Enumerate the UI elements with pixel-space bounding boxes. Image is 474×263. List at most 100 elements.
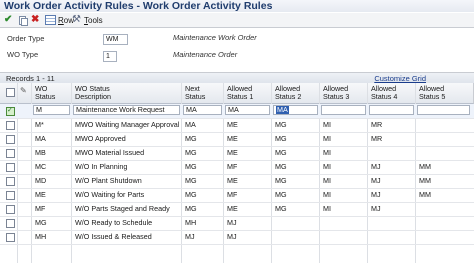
wo-status-description-cell: W/O Waiting for Parts xyxy=(75,190,145,199)
row-checkbox[interactable] xyxy=(6,205,15,214)
table-row[interactable]: MB MWO Material Issued MG ME MG MI xyxy=(0,146,474,161)
order-type-label: Order Type xyxy=(7,34,45,43)
allowed-status-4-field[interactable] xyxy=(369,105,414,115)
allowed-status-2-cell: MG xyxy=(275,134,287,143)
wo-status-description-cell: MWO Approved xyxy=(75,134,126,143)
allowed-status-2-cell: MG xyxy=(275,204,287,213)
wo-status-cell: MA xyxy=(35,134,46,143)
table-row[interactable]: MA MWO Approved MG ME MG MI MR xyxy=(0,132,474,147)
table-row[interactable]: MG W/O Ready to Schedule MH MJ xyxy=(0,216,474,231)
allowed-status-2-cell: MG xyxy=(275,176,287,185)
copy-icon xyxy=(17,15,28,26)
table-row[interactable]: MD W/O Plant Shutdown MG ME MG MI MJ MM xyxy=(0,174,474,189)
checkmark-icon: ✔ xyxy=(4,14,13,25)
page-title: Work Order Activity Rules - Work Order A… xyxy=(4,0,273,12)
next-status-cell: MH xyxy=(185,218,197,227)
allowed-status-5-field[interactable] xyxy=(417,105,470,115)
grid-header-bar: Records 1 - 11 Customize Grid xyxy=(0,72,474,83)
row-checkbox[interactable] xyxy=(6,191,15,200)
next-status-cell: MJ xyxy=(185,232,195,241)
table-row[interactable]: MC W/O In Planning MG MF MG MI MJ MM xyxy=(0,160,474,175)
wo-status-cell: MF xyxy=(35,204,46,213)
wo-status-cell: MH xyxy=(35,232,47,241)
next-status-cell: MG xyxy=(185,162,197,171)
next-status-cell: MG xyxy=(185,176,197,185)
allowed-status-3-cell: MI xyxy=(323,176,331,185)
wo-status-description-cell: W/O In Planning xyxy=(75,162,128,171)
next-status-cell: MG xyxy=(185,204,197,213)
wo-status-description-cell: MWO Waiting Manager Approval xyxy=(75,120,180,129)
wo-status-description-cell: W/O Plant Shutdown xyxy=(75,176,142,185)
customize-grid-link[interactable]: Customize Grid xyxy=(374,74,426,83)
delete-button[interactable]: ✖ xyxy=(31,15,41,25)
row-checkbox[interactable] xyxy=(6,106,15,116)
allowed-status-4-cell: MJ xyxy=(371,190,381,199)
table-row[interactable]: ME W/O Waiting for Parts MG MF MG MI MJ … xyxy=(0,188,474,203)
wo-status-cell: MD xyxy=(35,176,47,185)
table-row[interactable]: MH W/O Issued & Released MJ MJ xyxy=(0,230,474,245)
allowed-status-2-field[interactable]: MA xyxy=(273,105,318,115)
wo-status-description-cell: W/O Ready to Schedule xyxy=(75,218,153,227)
order-type-input[interactable]: WM xyxy=(103,34,128,45)
next-status-cell: MA xyxy=(185,120,196,129)
row-checkbox[interactable] xyxy=(6,163,15,172)
row-checkbox[interactable] xyxy=(6,149,15,158)
activity-rules-grid: ✎ WO Status WO Status Description Next S… xyxy=(0,83,474,263)
row-checkbox[interactable] xyxy=(6,135,15,144)
selected-text: MA xyxy=(276,105,289,114)
copy-button[interactable] xyxy=(17,15,28,26)
row-checkbox[interactable] xyxy=(6,219,15,228)
table-row[interactable]: M Maintenance Work Request MA MA MA xyxy=(0,104,474,119)
order-type-description: Maintenance Work Order xyxy=(173,33,257,42)
ok-button[interactable]: ✔ xyxy=(4,15,14,25)
row-menu-button[interactable]: Row xyxy=(45,15,74,25)
wo-status-cell: M* xyxy=(35,120,44,129)
allowed-status-1-cell: ME xyxy=(227,176,238,185)
allowed-status-2-cell: MG xyxy=(275,148,287,157)
allowed-status-5-cell: MM xyxy=(419,162,431,171)
wo-status-description-cell: W/O Issued & Released xyxy=(75,232,152,241)
wo-status-description-cell: MWO Material Issued xyxy=(75,148,145,157)
allowed-status-1-cell: ME xyxy=(227,204,238,213)
row-icon xyxy=(45,15,56,25)
wo-type-label: WO Type xyxy=(7,50,39,59)
wo-status-cell: MC xyxy=(35,162,47,171)
allowed-status-2-cell: MG xyxy=(275,162,287,171)
allowed-status-4-cell: MJ xyxy=(371,204,381,213)
toolbar: ✔ ✖ Row ⚒ Tools xyxy=(0,13,474,28)
table-row[interactable]: M* MWO Waiting Manager Approval MA ME MG… xyxy=(0,118,474,133)
allowed-status-1-cell: ME xyxy=(227,120,238,129)
allowed-status-1-cell: MJ xyxy=(227,218,237,227)
delete-icon: ✖ xyxy=(31,14,40,25)
header-allowed-status-5[interactable]: Allowed Status 5 xyxy=(416,83,474,104)
title-bar: Work Order Activity Rules - Work Order A… xyxy=(0,0,474,12)
allowed-status-5-cell: MM xyxy=(419,176,431,185)
allowed-status-3-cell: MI xyxy=(323,120,331,129)
allowed-status-4-cell: MJ xyxy=(371,162,381,171)
wo-status-cell: ME xyxy=(35,190,46,199)
row-checkbox[interactable] xyxy=(6,177,15,186)
records-count: Records 1 - 11 xyxy=(6,74,55,83)
allowed-status-3-cell: MI xyxy=(323,204,331,213)
tools-menu-label: Tools xyxy=(84,15,103,25)
allowed-status-4-cell: MR xyxy=(371,134,383,143)
allowed-status-1-cell: MF xyxy=(227,190,238,199)
row-checkbox[interactable] xyxy=(6,121,15,130)
tools-menu-button[interactable]: ⚒ Tools xyxy=(72,15,103,25)
wo-type-input[interactable]: 1 xyxy=(103,51,117,62)
allowed-status-1-cell: MJ xyxy=(227,232,237,241)
row-checkbox[interactable] xyxy=(6,233,15,242)
wo-status-description-field[interactable]: Maintenance Work Request xyxy=(73,105,180,115)
next-status-field[interactable]: MA xyxy=(183,105,222,115)
tools-icon: ⚒ xyxy=(72,14,81,25)
next-status-cell: MG xyxy=(185,148,197,157)
allowed-status-1-field[interactable]: MA xyxy=(225,105,270,115)
wo-status-field[interactable]: M xyxy=(33,105,70,115)
allowed-status-3-field[interactable] xyxy=(321,105,366,115)
allowed-status-1-cell: MF xyxy=(227,162,238,171)
table-row[interactable]: MF W/O Parts Staged and Ready MG ME MG M… xyxy=(0,202,474,217)
allowed-status-3-cell: MI xyxy=(323,190,331,199)
allowed-status-4-cell: MR xyxy=(371,120,383,129)
allowed-status-3-cell: MI xyxy=(323,148,331,157)
allowed-status-3-cell: MI xyxy=(323,162,331,171)
